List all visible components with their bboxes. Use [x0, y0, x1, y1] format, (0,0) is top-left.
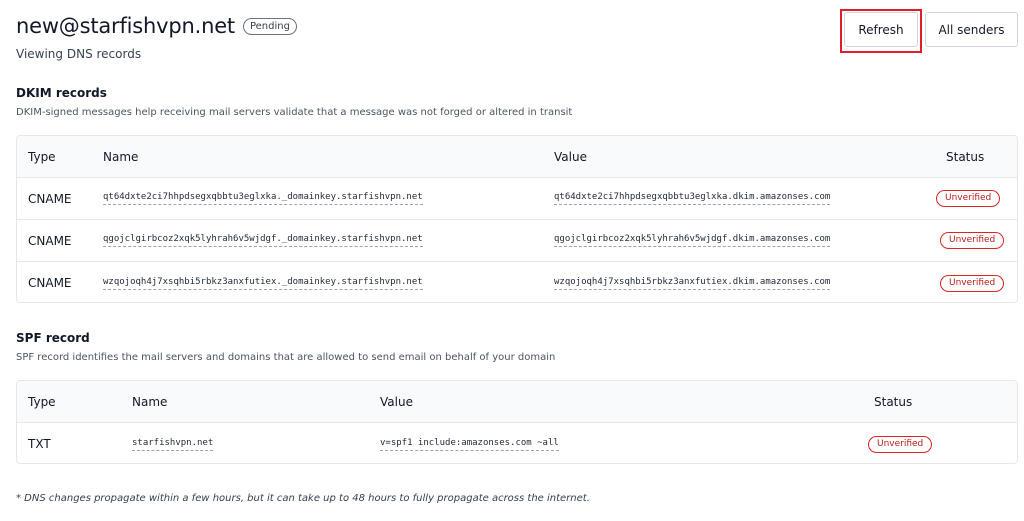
record-type: CNAME — [28, 276, 72, 290]
dkim-table-header: Type Name Value Status — [17, 136, 1017, 178]
dkim-section-title: DKIM records — [16, 86, 107, 100]
spf-col-type: Type — [28, 394, 56, 409]
spf-col-value: Value — [380, 394, 413, 409]
propagation-footnote: * DNS changes propagate within a few hou… — [16, 493, 590, 504]
record-name[interactable]: starfishvpn.net — [132, 438, 214, 451]
record-value[interactable]: wzqojoqh4j7xsqhbi5rbkz3anxfutiex.dkim.am… — [554, 277, 831, 290]
spf-col-name: Name — [132, 394, 168, 409]
status-badge-unverified: Unverified — [936, 190, 1001, 207]
spf-section-description: SPF record identifies the mail servers a… — [16, 352, 556, 363]
table-row: TXT starfishvpn.net v=spf1 include:amazo… — [17, 423, 1017, 463]
all-senders-button[interactable]: All senders — [925, 12, 1018, 47]
dkim-section-description: DKIM-signed messages help receiving mail… — [16, 107, 573, 118]
status-badge-unverified: Unverified — [940, 274, 1005, 292]
record-name[interactable]: qgojclgirbcoz2xqk5lyhrah6v5wjdgf._domain… — [103, 234, 423, 247]
table-row: CNAME qt64dxte2ci7hhpdsegxqbbtu3eglxka._… — [17, 178, 1017, 220]
record-value[interactable]: qt64dxte2ci7hhpdsegxqbbtu3eglxka.dkim.am… — [554, 192, 831, 205]
status-badge-unverified: Unverified — [868, 435, 933, 453]
refresh-button[interactable]: Refresh — [844, 12, 918, 47]
spf-table-header: Type Name Value Status — [17, 381, 1017, 423]
record-type: TXT — [28, 437, 51, 451]
status-badge-unverified: Unverified — [940, 232, 1005, 249]
spf-section-title: SPF record — [16, 331, 90, 345]
page-title: new@starfishvpn.net — [16, 14, 235, 38]
spf-col-status: Status — [874, 394, 913, 409]
dkim-col-name: Name — [103, 149, 139, 164]
record-value[interactable]: qgojclgirbcoz2xqk5lyhrah6v5wjdgf.dkim.am… — [554, 234, 831, 247]
record-name[interactable]: qt64dxte2ci7hhpdsegxqbbtu3eglxka._domain… — [103, 192, 423, 205]
status-badge-pending: Pending — [242, 17, 297, 35]
dkim-col-status: Status — [946, 149, 985, 164]
record-name[interactable]: wzqojoqh4j7xsqhbi5rbkz3anxfutiex._domain… — [103, 277, 423, 290]
dkim-col-value: Value — [554, 149, 587, 164]
dkim-col-type: Type — [28, 149, 56, 164]
record-type: CNAME — [28, 191, 72, 206]
record-value[interactable]: v=spf1 include:amazonses.com ~all — [380, 438, 559, 451]
dkim-table: Type Name Value Status CNAME qt64dxte2ci… — [16, 135, 1018, 303]
page-header: new@starfishvpn.net Pending — [16, 14, 297, 38]
record-type: CNAME — [28, 233, 72, 248]
table-row: CNAME qgojclgirbcoz2xqk5lyhrah6v5wjdgf._… — [17, 220, 1017, 262]
table-row: CNAME wzqojoqh4j7xsqhbi5rbkz3anxfutiex._… — [17, 262, 1017, 302]
spf-table: Type Name Value Status TXT starfishvpn.n… — [16, 380, 1018, 464]
page-subtitle: Viewing DNS records — [16, 47, 142, 61]
